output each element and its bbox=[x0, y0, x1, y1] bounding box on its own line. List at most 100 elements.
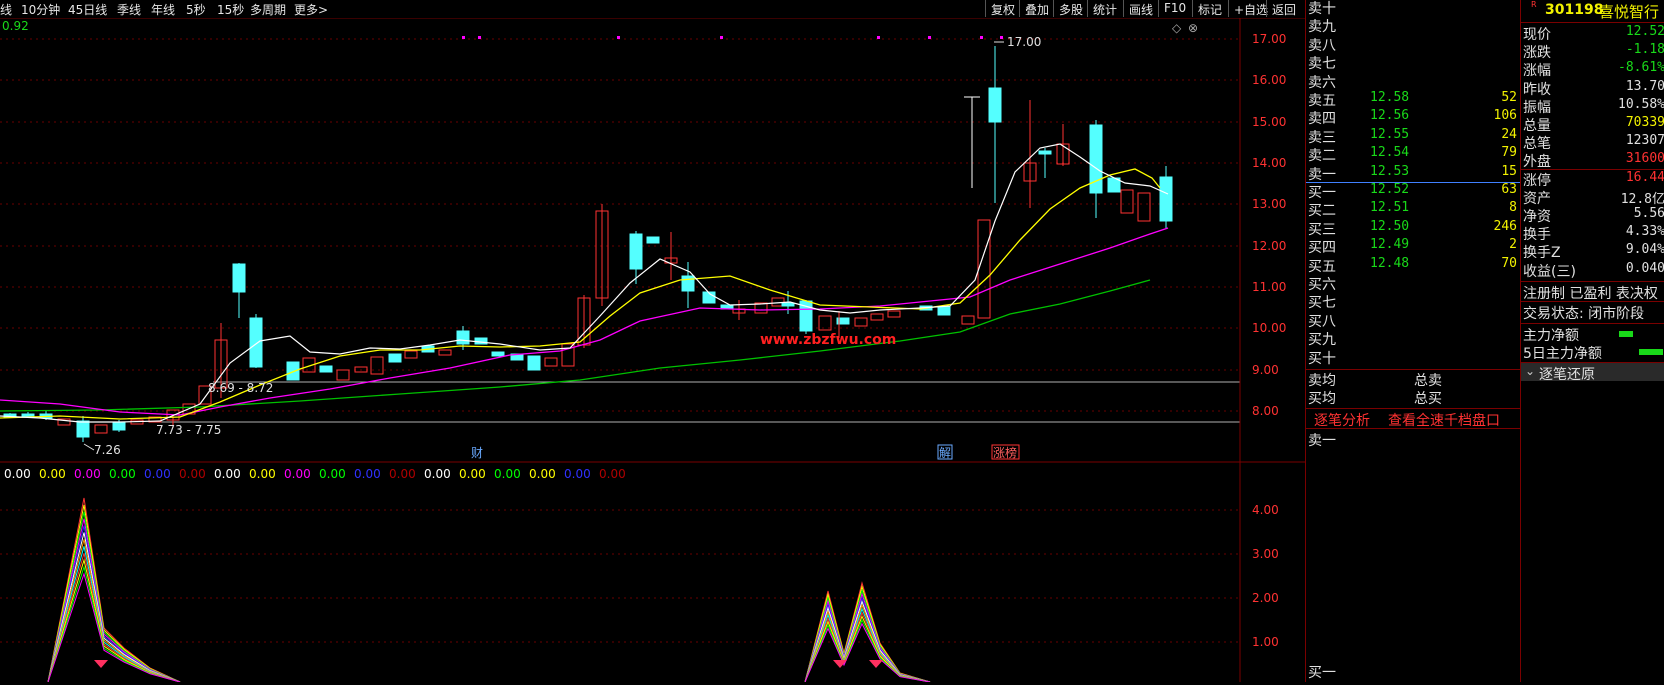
close-icon[interactable]: ⊗ bbox=[1188, 21, 1198, 35]
quote-row: 涨停16.44跌停 bbox=[1521, 170, 1664, 189]
bid-level[interactable]: 买三 12.50 246 bbox=[1306, 218, 1521, 238]
order-volume: 246 bbox=[1493, 218, 1517, 234]
kline-chart[interactable]: 17.00 16.00 15.00 14.00 13.00 12.00 11.0… bbox=[0, 18, 1305, 683]
corner-value: 0.92 bbox=[2, 19, 29, 33]
indicator-value: 0.00 bbox=[4, 467, 31, 481]
ask-level[interactable]: 卖三 12.55 24 bbox=[1306, 126, 1521, 146]
event-tag-finance[interactable]: 财 bbox=[471, 446, 483, 460]
quote-row: 总量70339总金 bbox=[1521, 115, 1664, 134]
back-button[interactable]: 返回 bbox=[1266, 0, 1301, 17]
price-tick: 15.00 bbox=[1252, 115, 1286, 129]
quote-row: 资产12.8亿市值 bbox=[1521, 188, 1664, 207]
ask-level[interactable]: 卖八 bbox=[1306, 35, 1521, 54]
order-level-label: 买十 bbox=[1308, 350, 1336, 367]
overlay-button[interactable]: 叠加 bbox=[1019, 0, 1054, 17]
full-depth-link[interactable]: 查看全速千档盘口 bbox=[1388, 410, 1500, 430]
period-season[interactable]: 季线 bbox=[117, 1, 141, 18]
diamond-signal-icon bbox=[94, 660, 108, 668]
tick-analysis-link[interactable]: 逐笔分析 bbox=[1314, 410, 1370, 430]
bid-level[interactable]: 买六 bbox=[1306, 274, 1521, 293]
period-multi[interactable]: 多周期 bbox=[250, 1, 286, 18]
order-price: 12.49 bbox=[1370, 237, 1410, 253]
quote-value: -8.61% bbox=[1618, 60, 1664, 76]
quote-row: 总笔12307每笔 bbox=[1521, 133, 1664, 152]
price-tick: 17.00 bbox=[1252, 32, 1286, 46]
indicator-value: 0.00 bbox=[389, 467, 416, 481]
main-net-5d-bar bbox=[1639, 348, 1663, 355]
quote-label: 涨停 bbox=[1523, 172, 1551, 189]
mark-button[interactable]: 标记 bbox=[1192, 0, 1227, 17]
f10-button[interactable]: F10 bbox=[1158, 0, 1191, 17]
bid-level[interactable]: 买四 12.49 2 bbox=[1306, 237, 1521, 256]
bid-level[interactable]: 买九 bbox=[1306, 329, 1521, 348]
ask-level[interactable]: 卖九 bbox=[1306, 16, 1521, 35]
period-year[interactable]: 年线 bbox=[151, 1, 175, 18]
price-tick: 14.00 bbox=[1252, 156, 1286, 170]
trade-status: 交易状态: 闭市阶段 bbox=[1523, 305, 1645, 322]
bid-level[interactable]: 买十 bbox=[1306, 348, 1521, 367]
range-annotation-1: 8.69 - 8.72 bbox=[208, 381, 273, 395]
ask-level[interactable]: 卖五 12.58 52 bbox=[1306, 90, 1521, 109]
indicator-value: 0.00 bbox=[459, 467, 486, 481]
ask-level[interactable]: 卖四 12.56 106 bbox=[1306, 108, 1521, 128]
order-volume: 63 bbox=[1501, 182, 1517, 197]
diamond-icon[interactable]: ◇ bbox=[1172, 21, 1182, 35]
quote-value: 10.58% bbox=[1618, 96, 1664, 112]
indicator-value: 0.00 bbox=[354, 467, 381, 481]
ask-level[interactable]: 卖十 bbox=[1306, 0, 1521, 17]
event-tag-limitup[interactable]: 涨榜 bbox=[993, 445, 1017, 460]
bid-level[interactable]: 买七 bbox=[1306, 292, 1521, 311]
indicator-value: 0.00 bbox=[564, 467, 591, 481]
indicator-value: 0.00 bbox=[249, 467, 276, 481]
chevron-down-icon[interactable]: ⌄ bbox=[1525, 364, 1535, 378]
order-level-label: 买六 bbox=[1308, 277, 1336, 293]
order-volume: 106 bbox=[1493, 108, 1517, 124]
price-tick: 11.00 bbox=[1252, 280, 1286, 294]
ask-level[interactable]: 卖一 12.53 15 bbox=[1306, 163, 1521, 183]
bid-level[interactable]: 买一 12.52 63 bbox=[1306, 182, 1521, 201]
indicator-value: 0.00 bbox=[319, 467, 346, 481]
stock-code: 301198 bbox=[1545, 2, 1604, 18]
multi-stock-button[interactable]: 多股 bbox=[1053, 0, 1088, 17]
price-tick: 8.00 bbox=[1252, 404, 1279, 418]
order-level-label: 买三 bbox=[1308, 221, 1336, 238]
order-book: 卖十 卖九 卖八 卖七 卖六 卖五 12.58 52 卖四 12.56 106 卖三 12.55 24 卖二… bbox=[1305, 0, 1521, 682]
statistics-button[interactable]: 统计 bbox=[1087, 0, 1122, 17]
bid-level[interactable]: 买二 12.51 8 bbox=[1306, 200, 1521, 219]
event-tag-unlock[interactable]: 解 bbox=[939, 446, 951, 460]
order-price: 12.55 bbox=[1370, 126, 1410, 142]
period-45day[interactable]: 45日线 bbox=[68, 1, 107, 18]
ask-average-label: 卖均 bbox=[1308, 373, 1336, 389]
quote-label: 昨收 bbox=[1523, 81, 1551, 98]
order-volume: 15 bbox=[1501, 163, 1517, 179]
quote-label: 收益(三) bbox=[1523, 263, 1576, 280]
quote-value: 70339 bbox=[1625, 115, 1664, 130]
restore-rights-button[interactable]: 复权 bbox=[985, 0, 1020, 17]
order-volume: 24 bbox=[1501, 126, 1517, 142]
indicator-peaks bbox=[47, 497, 931, 683]
indicator-axis-labels: 4.00 3.00 2.00 1.00 bbox=[1252, 503, 1279, 649]
order-price: 12.50 bbox=[1370, 218, 1410, 234]
bid-level[interactable]: 买五 12.48 70 bbox=[1306, 256, 1521, 275]
price-tick: 16.00 bbox=[1252, 73, 1286, 87]
quote-value: 5.56 bbox=[1633, 206, 1664, 221]
draw-line-button[interactable]: 画线 bbox=[1123, 0, 1158, 17]
indicator-value: 0.00 bbox=[74, 467, 101, 481]
chart-area[interactable]: 17.00 16.00 15.00 14.00 13.00 12.00 11.0… bbox=[0, 18, 1305, 683]
order-level-label: 卖四 bbox=[1308, 111, 1336, 128]
quote-row: 换手4.33%流通 bbox=[1521, 224, 1664, 243]
ask-level[interactable]: 卖二 12.54 79 bbox=[1306, 145, 1521, 164]
period-10min[interactable]: 10分钟 bbox=[21, 1, 60, 18]
quote-row: 涨幅-8.61%最低 bbox=[1521, 60, 1664, 79]
ask-level[interactable]: 卖七 bbox=[1306, 53, 1521, 72]
period-5s[interactable]: 5秒 bbox=[186, 1, 206, 18]
period-day-line[interactable]: 线 bbox=[0, 1, 12, 18]
quote-value: 16.44 bbox=[1625, 169, 1664, 185]
tick-restore-button[interactable]: 逐笔还原 bbox=[1539, 364, 1595, 384]
ask-level[interactable]: 卖六 bbox=[1306, 72, 1521, 91]
order-level-label: 买八 bbox=[1308, 313, 1336, 330]
period-15s[interactable]: 15秒 bbox=[217, 1, 244, 18]
period-more[interactable]: 更多> bbox=[294, 1, 328, 18]
bid-level[interactable]: 买八 bbox=[1306, 311, 1521, 330]
quote-value: 12307 bbox=[1625, 133, 1664, 149]
